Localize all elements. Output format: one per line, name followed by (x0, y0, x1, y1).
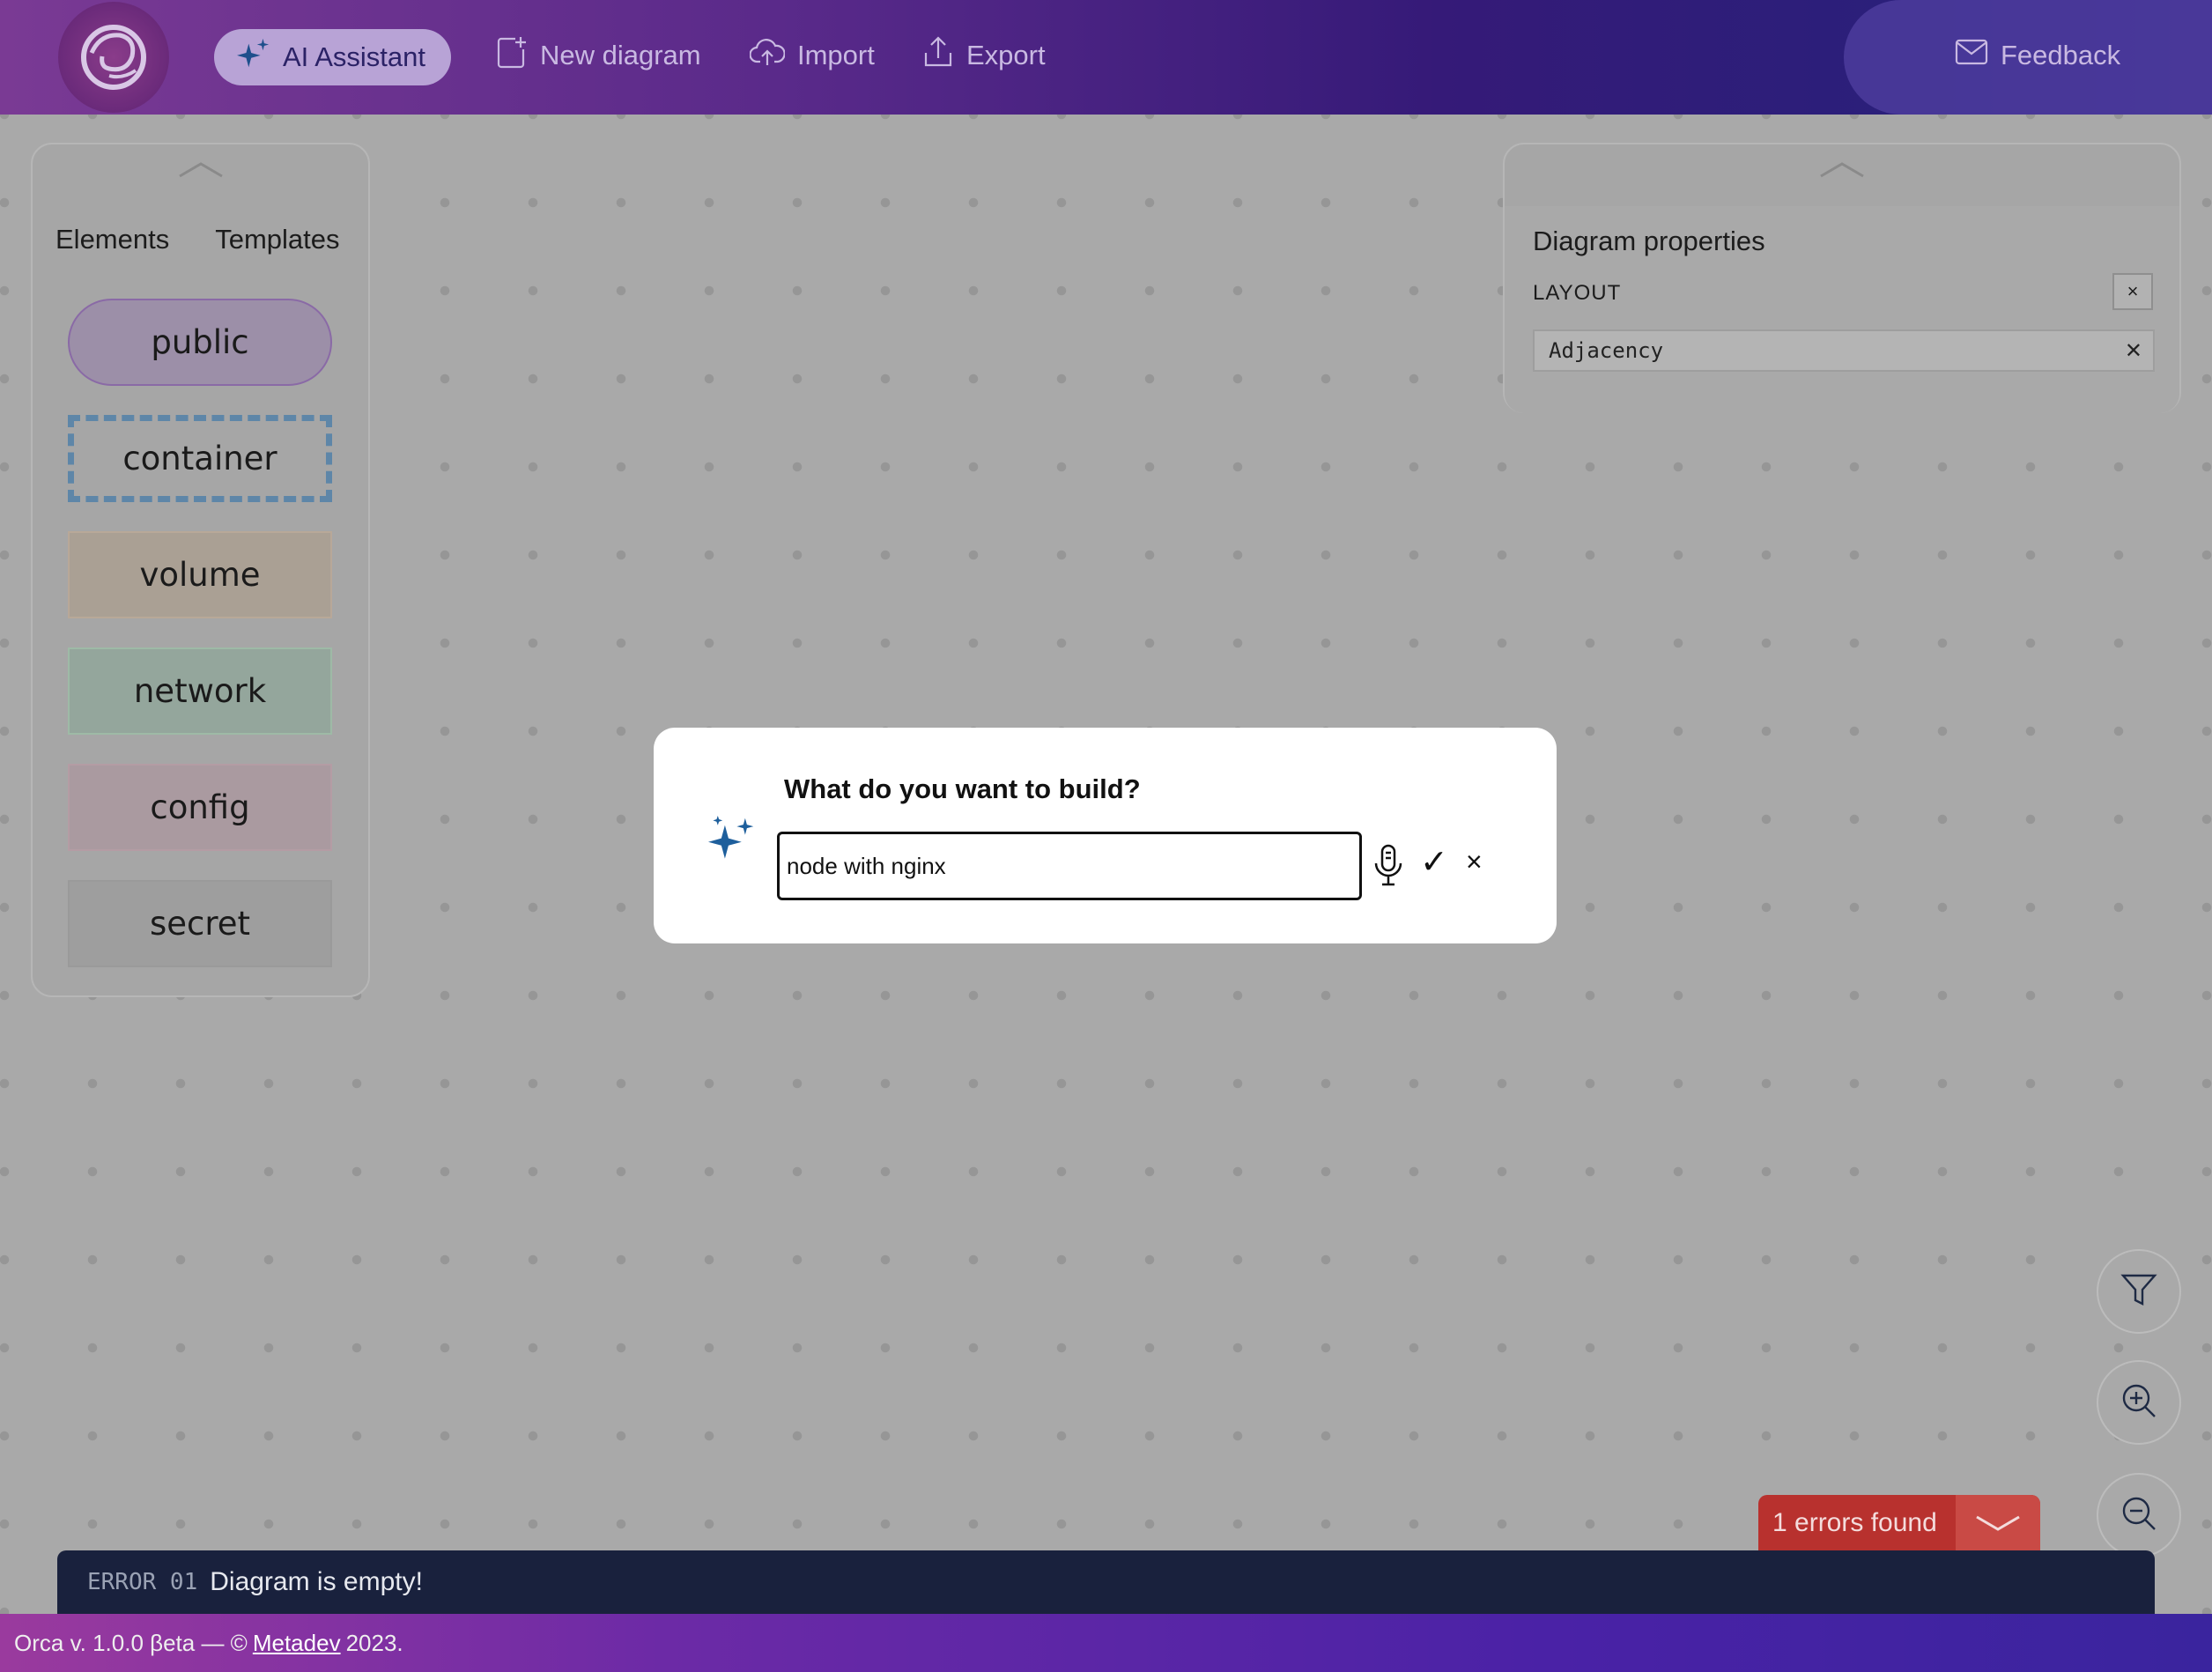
upload-cloud-icon (749, 37, 786, 74)
export-icon (922, 35, 954, 76)
ai-assistant-button[interactable]: AI Assistant (214, 29, 451, 85)
element-list: public container volume network config s… (68, 299, 332, 996)
zoom-in-button[interactable] (2097, 1360, 2181, 1445)
zoom-out-icon (2120, 1494, 2158, 1537)
element-config[interactable]: config (68, 764, 332, 851)
filter-button[interactable] (2097, 1249, 2181, 1334)
mail-icon (1955, 39, 1988, 72)
import-button[interactable]: Import (749, 26, 875, 85)
layout-label: LAYOUT (1533, 281, 1622, 305)
microphone-icon (1374, 844, 1402, 886)
tab-elements[interactable]: Elements (33, 224, 192, 255)
microphone-button[interactable] (1372, 844, 1405, 892)
chevron-down-icon[interactable] (1956, 1495, 2040, 1551)
chevron-up-icon[interactable] (178, 160, 224, 184)
errors-count: 1 errors found (1772, 1508, 1937, 1537)
footer-year: 2023. (345, 1629, 403, 1656)
layout-close-button[interactable]: × (2112, 273, 2153, 310)
layout-clear-button[interactable]: ✕ (2125, 338, 2142, 363)
error-message: Diagram is empty! (210, 1567, 423, 1596)
feedback-button[interactable]: Feedback (1955, 26, 2120, 85)
ai-assistant-label: AI Assistant (283, 41, 425, 72)
filter-icon (2120, 1270, 2158, 1313)
properties-title: Diagram properties (1533, 226, 1765, 256)
dialog-title: What do you want to build? (784, 773, 1141, 804)
prompt-input[interactable] (777, 832, 1362, 900)
ai-assistant-dialog: What do you want to build? ✓ × (654, 728, 1557, 943)
footer: Orca v. 1.0.0 βeta — © Metadev 2023. (0, 1614, 2212, 1672)
error-list: ERROR 01 Diagram is empty! (57, 1550, 2155, 1614)
layout-select-value: Adjacency (1549, 338, 1664, 363)
layout-select[interactable]: Adjacency ✕ (1533, 329, 2155, 372)
footer-version: Orca v. 1.0.0 βeta — © (14, 1629, 248, 1656)
export-button[interactable]: Export (922, 26, 1046, 85)
errors-toggle[interactable]: 1 errors found (1758, 1495, 2040, 1551)
zoom-in-icon (2120, 1381, 2158, 1424)
elements-panel: Elements Templates public container volu… (31, 143, 370, 997)
element-volume[interactable]: volume (68, 531, 332, 618)
zoom-out-button[interactable] (2097, 1473, 2181, 1557)
feedback-label: Feedback (2001, 40, 2121, 70)
sparkle-icon (708, 816, 756, 868)
new-diagram-icon (496, 35, 528, 76)
tab-templates[interactable]: Templates (192, 224, 362, 255)
element-network[interactable]: network (68, 647, 332, 735)
sparkle-icon (237, 37, 270, 78)
new-diagram-button[interactable]: New diagram (496, 26, 701, 85)
submit-button[interactable]: ✓ (1420, 842, 1448, 882)
element-secret[interactable]: secret (68, 880, 332, 967)
element-public[interactable]: public (68, 299, 332, 386)
new-diagram-label: New diagram (540, 40, 701, 70)
metadev-link[interactable]: Metadev (253, 1630, 341, 1657)
element-container[interactable]: container (68, 415, 332, 502)
import-label: Import (797, 40, 875, 70)
cancel-button[interactable]: × (1466, 846, 1483, 878)
panel-tabs: Elements Templates (33, 224, 368, 255)
export-label: Export (966, 40, 1046, 70)
logo-icon[interactable] (58, 2, 169, 113)
top-bar: AI Assistant New diagram Import Export F… (0, 0, 2212, 115)
diagram-properties-panel: Diagram properties LAYOUT × Adjacency ✕ (1503, 143, 2181, 413)
error-code: ERROR 01 (87, 1569, 198, 1595)
chevron-up-icon[interactable] (1819, 160, 1865, 184)
